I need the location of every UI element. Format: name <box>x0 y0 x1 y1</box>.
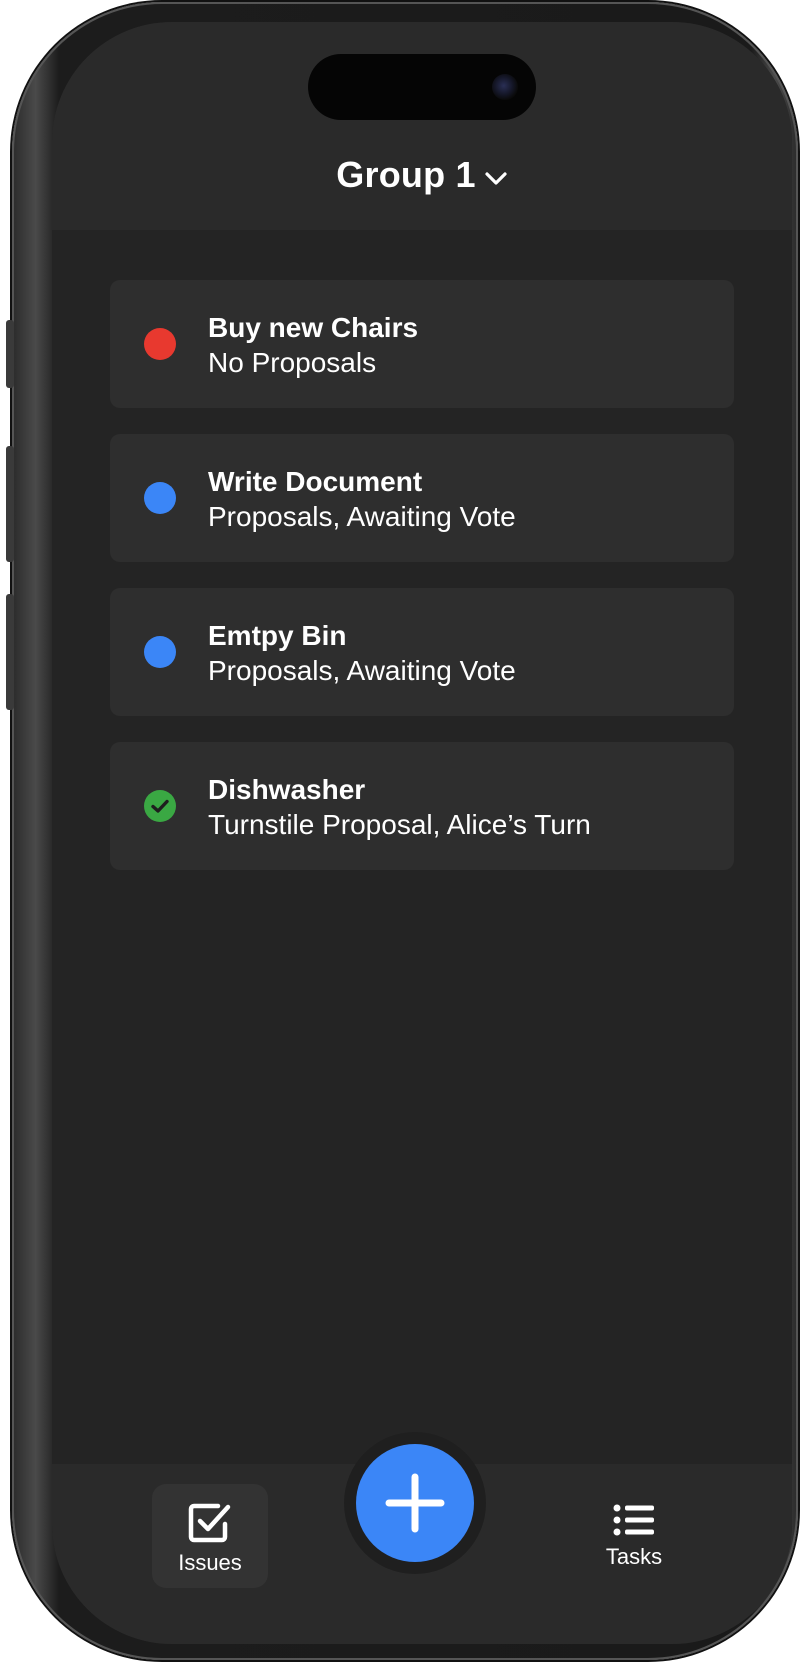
group-title: Group 1 <box>336 154 476 195</box>
tab-issues-label: Issues <box>178 1550 242 1575</box>
status-red-dot-icon <box>144 328 176 360</box>
issue-title: Dishwasher <box>208 774 366 805</box>
header: Group 1 <box>52 22 792 230</box>
camera-icon <box>492 74 518 100</box>
status-blue-dot-icon <box>144 636 176 668</box>
list-icon <box>613 1504 654 1536</box>
screen: Group 1 Buy new Chairs No Proposals Writ… <box>52 22 792 1644</box>
tab-tasks[interactable]: Tasks <box>584 1484 684 1588</box>
list-item[interactable]: Emtpy Bin Proposals, Awaiting Vote <box>110 588 734 716</box>
issue-list: Buy new Chairs No Proposals Write Docume… <box>110 280 734 896</box>
issue-title: Write Document <box>208 466 423 497</box>
add-button[interactable] <box>356 1444 474 1562</box>
volume-down-button <box>6 594 14 710</box>
chevron-down-icon <box>484 154 508 196</box>
dynamic-island <box>308 54 536 120</box>
group-selector[interactable]: Group 1 <box>52 154 792 196</box>
issue-subtitle: Proposals, Awaiting Vote <box>208 655 516 686</box>
issue-subtitle: Proposals, Awaiting Vote <box>208 501 516 532</box>
phone-frame: Group 1 Buy new Chairs No Proposals Writ… <box>6 2 798 1660</box>
tab-issues[interactable]: Issues <box>152 1484 268 1588</box>
issue-subtitle: Turnstile Proposal, Alice’s Turn <box>208 809 591 840</box>
status-check-icon <box>144 790 176 822</box>
list-item[interactable]: Dishwasher Turnstile Proposal, Alice’s T… <box>110 742 734 870</box>
list-item[interactable]: Buy new Chairs No Proposals <box>110 280 734 408</box>
issue-subtitle: No Proposals <box>208 347 377 378</box>
tab-tasks-label: Tasks <box>605 1544 663 1569</box>
action-button <box>6 320 14 388</box>
issue-title: Emtpy Bin <box>208 620 347 651</box>
list-item[interactable]: Write Document Proposals, Awaiting Vote <box>110 434 734 562</box>
plus-icon <box>385 1473 445 1533</box>
issue-title: Buy new Chairs <box>208 312 419 343</box>
checkbox-icon <box>188 1503 231 1543</box>
volume-up-button <box>6 446 14 562</box>
status-blue-dot-icon <box>144 482 176 514</box>
